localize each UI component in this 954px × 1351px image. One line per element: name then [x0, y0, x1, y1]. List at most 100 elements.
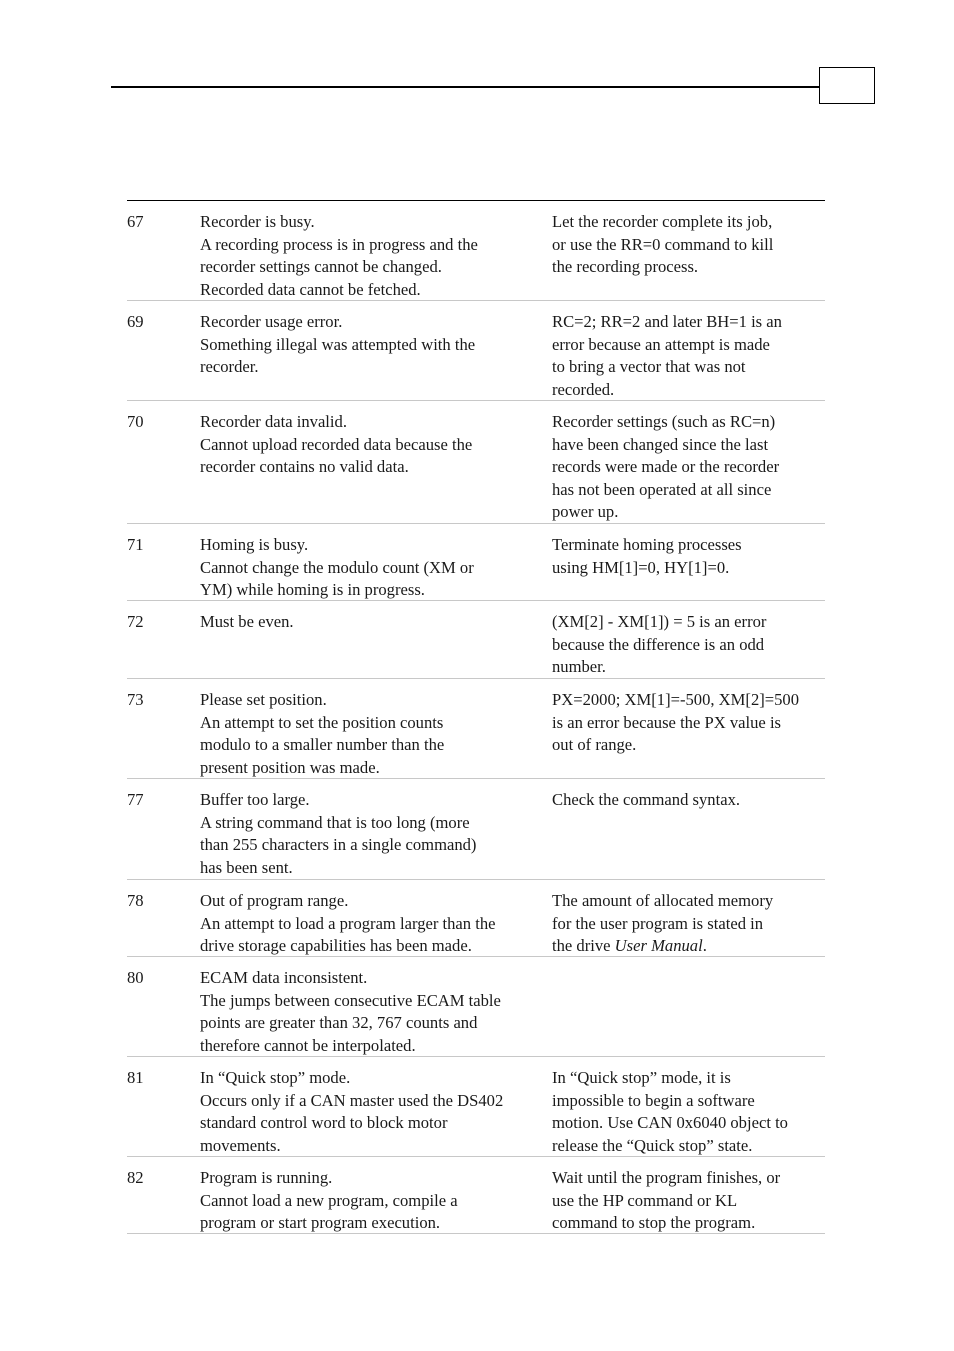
error-description-line: recorder contains no valid data. [200, 457, 409, 476]
error-code: 80 [127, 968, 144, 987]
error-correction-line: the recording process. [552, 257, 699, 276]
table-row: 70 Recorder data invalid. Cannot upload re… [127, 401, 825, 524]
error-correction-line: has not been operated at all since [552, 479, 772, 499]
error-description-line: Occurs only if a CAN master used the DS4… [200, 1090, 504, 1110]
error-description-line: Cannot change the modulo count (XM or [200, 557, 474, 577]
error-correction-line: for the user program is stated in [552, 913, 764, 933]
error-description-line: standard control word to block motor [200, 1113, 448, 1132]
error-correction-line: number. [552, 657, 606, 676]
error-code: 77 [127, 790, 144, 809]
correction-text: . [702, 936, 707, 955]
error-title: Buffer too large. [200, 790, 310, 809]
table-row: 82 Program is running. Cannot load a new p… [127, 1157, 825, 1234]
error-description: Out of program range. An attempt to load … [200, 890, 552, 955]
error-title: Must be even. [200, 612, 294, 631]
error-code: 82 [127, 1168, 144, 1187]
error-code: 78 [127, 891, 144, 910]
error-correction-line: power up. [552, 502, 619, 521]
error-description: Please set position. An attempt to set th… [200, 689, 552, 777]
error-correction-line: because the difference is an odd [552, 634, 765, 654]
error-correction: Terminate homing processes using HM[1]=0,… [552, 534, 825, 599]
error-title: ECAM data inconsistent. [200, 968, 368, 987]
error-description-line: An attempt to load a program larger than… [200, 913, 496, 933]
error-description-line: An attempt to set the position counts [200, 712, 444, 732]
error-description-line: therefore cannot be interpolated. [200, 1035, 416, 1055]
table-row: 69 Recorder usage error. Something illegal… [127, 301, 825, 401]
error-description-line: movements. [200, 1135, 281, 1155]
error-correction-line: out of range. [552, 735, 637, 754]
error-correction: RC=2; RR=2 and later BH=1 is an error bec… [552, 311, 825, 399]
error-title: Program is running. [200, 1168, 333, 1187]
error-correction-line: PX=2000; XM[1]=-500, XM[2]=500 [552, 690, 800, 709]
error-title: Homing is busy. [200, 535, 309, 554]
error-description: Buffer too large. A string command that i… [200, 789, 552, 878]
error-description-line: points are greater than 32, 767 counts a… [200, 1013, 478, 1032]
error-code: 70 [127, 412, 144, 431]
error-correction: The amount of allocated memory for the us… [552, 890, 825, 955]
error-description-line: than 255 characters in a single command) [200, 835, 477, 854]
manual-reference: User Manual [614, 936, 703, 955]
correction-text: the drive [552, 936, 615, 955]
error-correction-line: Let the recorder complete its job, [552, 212, 773, 231]
error-correction-line: records were made or the recorder [552, 457, 780, 476]
error-correction-line: command to stop the program. [552, 1213, 756, 1232]
error-correction-line: RC=2; RR=2 and later BH=1 is an [552, 312, 782, 331]
error-correction-line: (XM[2] - XM[1]) = 5 is an error [552, 612, 767, 631]
error-description-line: A recording process is in progress and t… [200, 234, 478, 254]
error-title: Recorder data invalid. [200, 412, 347, 431]
error-description: ECAM data inconsistent. The jumps between… [200, 967, 552, 1055]
error-description: Recorder usage error. Something illegal w… [200, 311, 552, 399]
table-row: 71 Homing is busy. Cannot change the modul… [127, 524, 825, 601]
error-code: 67 [127, 212, 144, 231]
error-description-line: Recorded data cannot be fetched. [200, 279, 421, 299]
error-title: Out of program range. [200, 891, 349, 910]
error-correction: Check the command syntax. [552, 789, 825, 878]
error-correction-line: the drive User Manual. [552, 935, 825, 958]
error-correction-line: Wait until the program finishes, or [552, 1168, 781, 1187]
error-correction-line: Terminate homing processes [552, 535, 742, 554]
error-description-line: modulo to a smaller number than the [200, 735, 445, 754]
error-correction-line: error because an attempt is made [552, 334, 770, 354]
error-correction-line: or use the RR=0 command to kill [552, 234, 774, 254]
error-correction-line: have been changed since the last [552, 434, 769, 454]
error-code: 72 [127, 612, 144, 631]
error-code: 73 [127, 690, 144, 709]
error-description: Recorder data invalid. Cannot upload reco… [200, 411, 552, 522]
error-correction-line: is an error because the PX value is [552, 712, 782, 732]
table-row: 80 ECAM data inconsistent. The jumps betwe… [127, 957, 825, 1057]
error-correction-line: In “Quick stop” mode, it is [552, 1068, 731, 1087]
error-correction-line: release the “Quick stop” state. [552, 1135, 753, 1155]
error-description-line: Cannot upload recorded data because the [200, 434, 473, 454]
error-code: 81 [127, 1068, 144, 1087]
error-description: Must be even. [200, 611, 552, 677]
error-correction-line: The amount of allocated memory [552, 891, 774, 910]
error-correction-line: use the HP command or KL [552, 1190, 738, 1210]
error-title: In “Quick stop” mode. [200, 1068, 351, 1087]
table-row: 78 Out of program range. An attempt to loa… [127, 880, 825, 957]
error-title: Please set position. [200, 690, 327, 709]
error-description-line: drive storage capabilities has been made… [200, 936, 472, 955]
error-description-line: present position was made. [200, 757, 380, 777]
error-correction: Wait until the program finishes, or use t… [552, 1167, 825, 1232]
error-correction: Recorder settings (such as RC=n) have bee… [552, 411, 825, 522]
error-description-line: program or start program execution. [200, 1213, 441, 1232]
error-description: In “Quick stop” mode. Occurs only if a CA… [200, 1067, 552, 1155]
error-description: Program is running. Cannot load a new pro… [200, 1167, 552, 1232]
error-correction-line: recorded. [552, 379, 615, 399]
error-correction: PX=2000; XM[1]=-500, XM[2]=500 is an erro… [552, 689, 825, 777]
error-correction-line: using HM[1]=0, HY[1]=0. [552, 557, 730, 577]
table-row: 81 In “Quick stop” mode. Occurs only if a … [127, 1057, 825, 1157]
error-description-line: Cannot load a new program, compile a [200, 1190, 458, 1210]
error-description-line: The jumps between consecutive ECAM table [200, 990, 501, 1010]
error-description-line: recorder settings cannot be changed. [200, 257, 442, 276]
error-correction [552, 967, 825, 1055]
error-title: Recorder usage error. [200, 312, 343, 331]
error-code-table: 67 Recorder is busy. A recording process i… [127, 200, 825, 1234]
error-code: 69 [127, 312, 144, 331]
error-correction: (XM[2] - XM[1]) = 5 is an error because t… [552, 611, 825, 677]
error-correction: Let the recorder complete its job, or use… [552, 211, 825, 299]
table-row: 73 Please set position. An attempt to set … [127, 679, 825, 779]
error-correction-line: Recorder settings (such as RC=n) [552, 412, 776, 431]
table-row: 77 Buffer too large. A string command that… [127, 779, 825, 880]
table-row: 67 Recorder is busy. A recording process i… [127, 201, 825, 301]
